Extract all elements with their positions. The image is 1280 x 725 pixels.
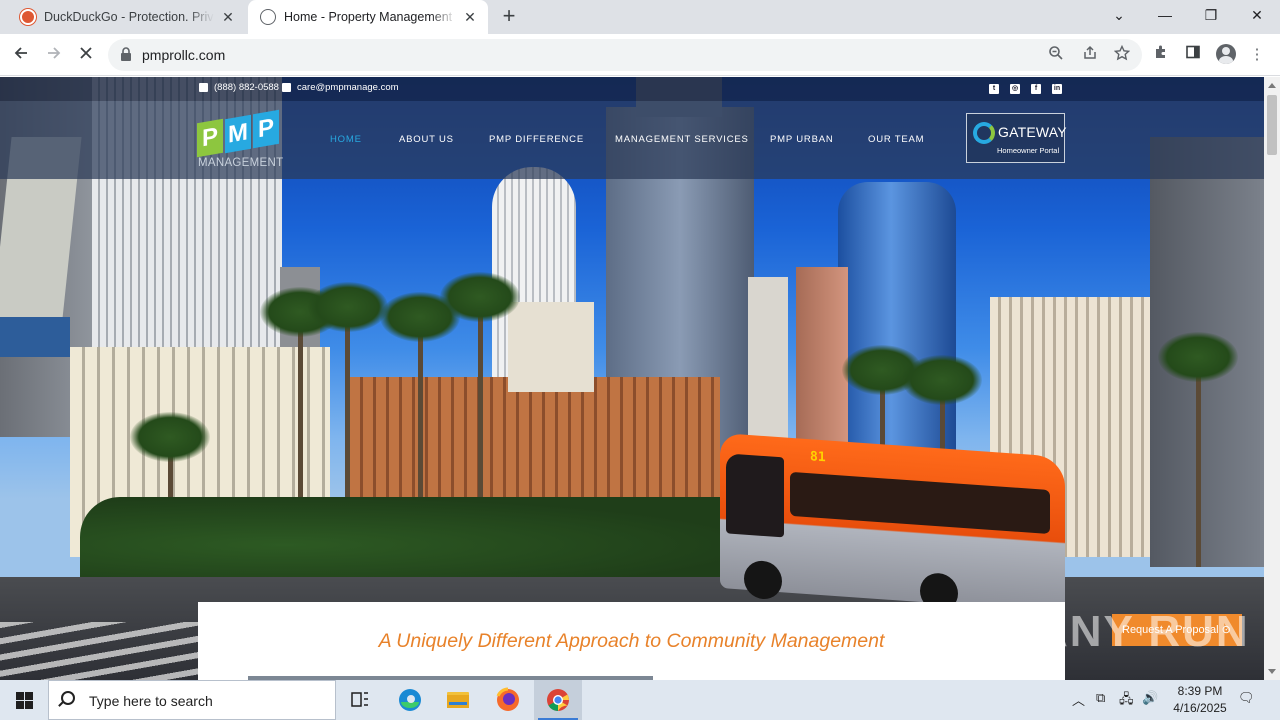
start-button[interactable] (0, 680, 48, 720)
share-icon[interactable] (1080, 45, 1100, 65)
scrollbar-thumb[interactable] (1267, 95, 1277, 155)
tab-title: Home - Property Management Professionals (284, 10, 456, 24)
loading-favicon-icon (260, 9, 276, 25)
intro-card: A Uniquely Different Approach to Communi… (198, 602, 1065, 680)
pmp-logo[interactable]: P M P MANAGEMENT (197, 109, 283, 173)
gateway-logo-icon (973, 122, 995, 144)
extensions-puzzle-icon[interactable] (1150, 44, 1172, 66)
tab-strip: DuckDuckGo - Protection. Privacy. Peace … (0, 0, 1280, 34)
phone-link[interactable]: (888) 882-0588 (199, 82, 279, 93)
nav-about-us[interactable]: ABOUT US (399, 134, 454, 145)
search-placeholder: Type here to search (89, 693, 213, 709)
instagram-icon[interactable]: ◎ (1010, 84, 1020, 94)
page-headline: A Uniquely Different Approach to Communi… (378, 630, 885, 652)
tab-close-icon[interactable]: ✕ (220, 9, 236, 26)
site-header: P M P MANAGEMENT HOME ABOUT US PMP DIFFE… (0, 101, 1264, 179)
tab-search-icon[interactable]: ⌄ (1096, 0, 1142, 34)
logo-letter: M (225, 114, 251, 154)
back-arrow-icon (14, 47, 27, 59)
facebook-icon[interactable]: f (1031, 84, 1041, 94)
file-explorer-icon[interactable] (434, 680, 482, 720)
gateway-subtitle: Homeowner Portal (997, 146, 1060, 155)
gateway-title: GATEWAY (998, 124, 1067, 140)
forward-arrow-icon (48, 47, 61, 59)
lock-icon[interactable] (120, 47, 132, 61)
phone-icon (199, 83, 208, 92)
bookmark-star-icon[interactable] (1112, 44, 1132, 65)
windows-taskbar: Type here to search ︿ ⧉ 🖧 🔊 8:39 PM 4/16… (0, 680, 1280, 720)
stop-icon (80, 47, 92, 59)
scroll-up-icon[interactable] (1268, 83, 1276, 88)
bus-route-number: 81 (810, 449, 826, 466)
maximize-button[interactable]: ❐ (1188, 0, 1234, 34)
envelope-icon (282, 83, 291, 92)
nav-pmp-difference[interactable]: PMP DIFFERENCE (489, 134, 584, 145)
tab-title: DuckDuckGo - Protection. Privacy. Peace … (44, 10, 214, 24)
anyrun-watermark: ANY RUN (1036, 607, 1250, 656)
nav-pmp-urban[interactable]: PMP URBAN (770, 134, 834, 145)
nav-our-team[interactable]: OUR TEAM (868, 134, 924, 145)
minimize-button[interactable]: — (1142, 0, 1188, 34)
network-icon[interactable]: 🖧 (1119, 690, 1134, 712)
phone-number: (888) 882-0588 (214, 82, 279, 93)
tab-close-icon[interactable]: ✕ (462, 9, 478, 26)
show-hidden-icons-chevron-icon[interactable]: ︿ (1072, 690, 1085, 709)
tab-duckduckgo[interactable]: DuckDuckGo - Protection. Privacy. Peace … (8, 0, 246, 34)
profile-avatar-icon[interactable] (1216, 44, 1236, 64)
search-icon (61, 691, 75, 705)
tab-pmp-home[interactable]: Home - Property Management Professionals… (248, 0, 488, 34)
stop-loading-button[interactable] (73, 42, 99, 68)
clock-time: 8:39 PM (1177, 684, 1223, 698)
menu-kebab-icon[interactable]: ⋮ (1246, 44, 1268, 66)
logo-letter: P (253, 109, 279, 149)
scroll-down-icon[interactable] (1268, 669, 1276, 674)
taskbar-clock[interactable]: 8:39 PM 4/16/2025 (1160, 683, 1240, 717)
logo-subtitle: MANAGEMENT (198, 157, 284, 169)
zoom-icon[interactable] (1046, 45, 1066, 65)
gateway-portal-button[interactable]: GATEWAY Homeowner Portal (966, 113, 1067, 163)
notification-center-icon[interactable]: 🗨 (1238, 690, 1255, 706)
forward-button[interactable] (41, 42, 67, 68)
nav-management-services[interactable]: MANAGEMENT SERVICES (615, 134, 749, 145)
side-panel-icon[interactable] (1182, 44, 1204, 66)
page-scrollbar[interactable] (1264, 77, 1280, 680)
taskbar-search[interactable]: Type here to search (48, 680, 336, 720)
windows-logo-icon (16, 692, 24, 700)
close-window-button[interactable]: ✕ (1234, 0, 1280, 34)
email-address: care@pmpmanage.com (297, 82, 399, 93)
linkedin-icon[interactable]: in (1052, 84, 1062, 94)
edge-icon[interactable] (386, 680, 434, 720)
address-bar[interactable]: pmprollc.com (108, 39, 1142, 71)
new-tab-button[interactable]: + (498, 5, 520, 28)
nav-home[interactable]: HOME (330, 134, 362, 145)
volume-icon[interactable]: 🔊 (1142, 690, 1158, 706)
back-button[interactable] (8, 42, 34, 68)
clock-date: 4/16/2025 (1173, 701, 1227, 715)
contact-bar: (888) 882-0588 care@pmpmanage.com t ◎ f … (0, 77, 1264, 101)
url-text[interactable]: pmprollc.com (142, 47, 225, 63)
email-link[interactable]: care@pmpmanage.com (282, 82, 399, 93)
page-viewport: 81 (888) 882-0588 care@pmpmanage.com t ◎… (0, 77, 1264, 680)
firefox-icon[interactable] (484, 680, 532, 720)
duckduckgo-favicon-icon (20, 9, 36, 25)
bus-image: 81 (720, 432, 1065, 613)
browser-toolbar: pmprollc.com ⋮ (0, 34, 1280, 76)
logo-letter: P (197, 118, 223, 158)
chrome-icon[interactable] (534, 680, 582, 720)
twitter-icon[interactable]: t (989, 84, 999, 94)
meet-now-icon[interactable]: ⧉ (1096, 690, 1105, 706)
task-view-icon[interactable] (336, 680, 384, 720)
